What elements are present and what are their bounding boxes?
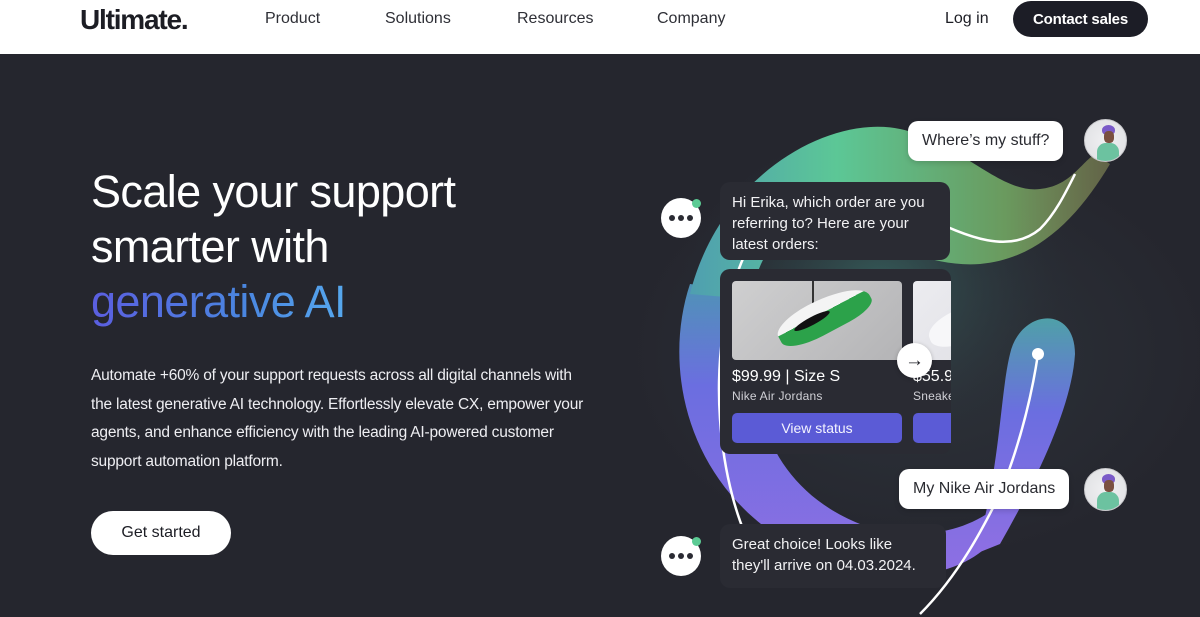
typing-dots-icon bbox=[669, 553, 693, 559]
hero-section: Scale your support smarter with generati… bbox=[0, 54, 1200, 617]
user-message-bubble: My Nike Air Jordans bbox=[899, 469, 1070, 509]
bot-message-text: Hi Erika, which order are you referring … bbox=[732, 194, 925, 253]
thread-end-dot bbox=[1032, 348, 1044, 360]
view-status-button[interactable]: View status bbox=[913, 413, 951, 443]
online-status-dot bbox=[692, 537, 701, 546]
hero-headline: Scale your support smarter with generati… bbox=[91, 164, 611, 329]
nav-company[interactable]: Company bbox=[657, 10, 725, 28]
nav-product[interactable]: Product bbox=[265, 10, 320, 28]
login-link[interactable]: Log in bbox=[945, 10, 989, 28]
bot-message-bubble: Great choice! Looks like they'll arrive … bbox=[720, 524, 946, 588]
bot-avatar bbox=[661, 536, 701, 576]
user-avatar bbox=[1084, 119, 1127, 162]
contact-sales-button[interactable]: Contact sales bbox=[1013, 1, 1148, 37]
typing-dots-icon bbox=[669, 215, 693, 221]
online-status-dot bbox=[692, 199, 701, 208]
get-started-button[interactable]: Get started bbox=[91, 511, 231, 555]
user-message-text: My Nike Air Jordans bbox=[913, 480, 1056, 497]
nav-resources[interactable]: Resources bbox=[517, 10, 593, 28]
headline-line-2: smarter with bbox=[91, 221, 329, 272]
order-product-name: Nike Air Jordans bbox=[732, 389, 823, 403]
headline-line-1: Scale your support bbox=[91, 166, 456, 217]
view-status-button[interactable]: View status bbox=[732, 413, 902, 443]
user-message-text: Where’s my stuff? bbox=[922, 132, 1050, 149]
top-navigation-bar: Ultimate. Product Solutions Resources Co… bbox=[0, 0, 1200, 54]
nav-solutions[interactable]: Solutions bbox=[385, 10, 451, 28]
ultimate-logo[interactable]: Ultimate. bbox=[80, 4, 189, 36]
user-avatar bbox=[1084, 468, 1127, 511]
arrow-right-icon: → bbox=[905, 349, 924, 371]
order-price: $99.99 | Size S bbox=[732, 368, 841, 385]
green-sneaker-image bbox=[732, 281, 902, 360]
order-card: $99.99 | Size S Nike Air Jordans View st… bbox=[732, 281, 902, 443]
user-message-bubble: Where’s my stuff? bbox=[908, 121, 1064, 161]
headline-highlight: generative AI bbox=[91, 276, 346, 327]
order-product-name: Sneake bbox=[913, 389, 951, 403]
bot-message-bubble: Hi Erika, which order are you referring … bbox=[720, 182, 950, 260]
bot-message-text: Great choice! Looks like they'll arrive … bbox=[732, 536, 916, 574]
carousel-next-button[interactable]: → bbox=[897, 343, 932, 378]
hero-subtext: Automate +60% of your support requests a… bbox=[91, 367, 584, 470]
bot-avatar bbox=[661, 198, 701, 238]
